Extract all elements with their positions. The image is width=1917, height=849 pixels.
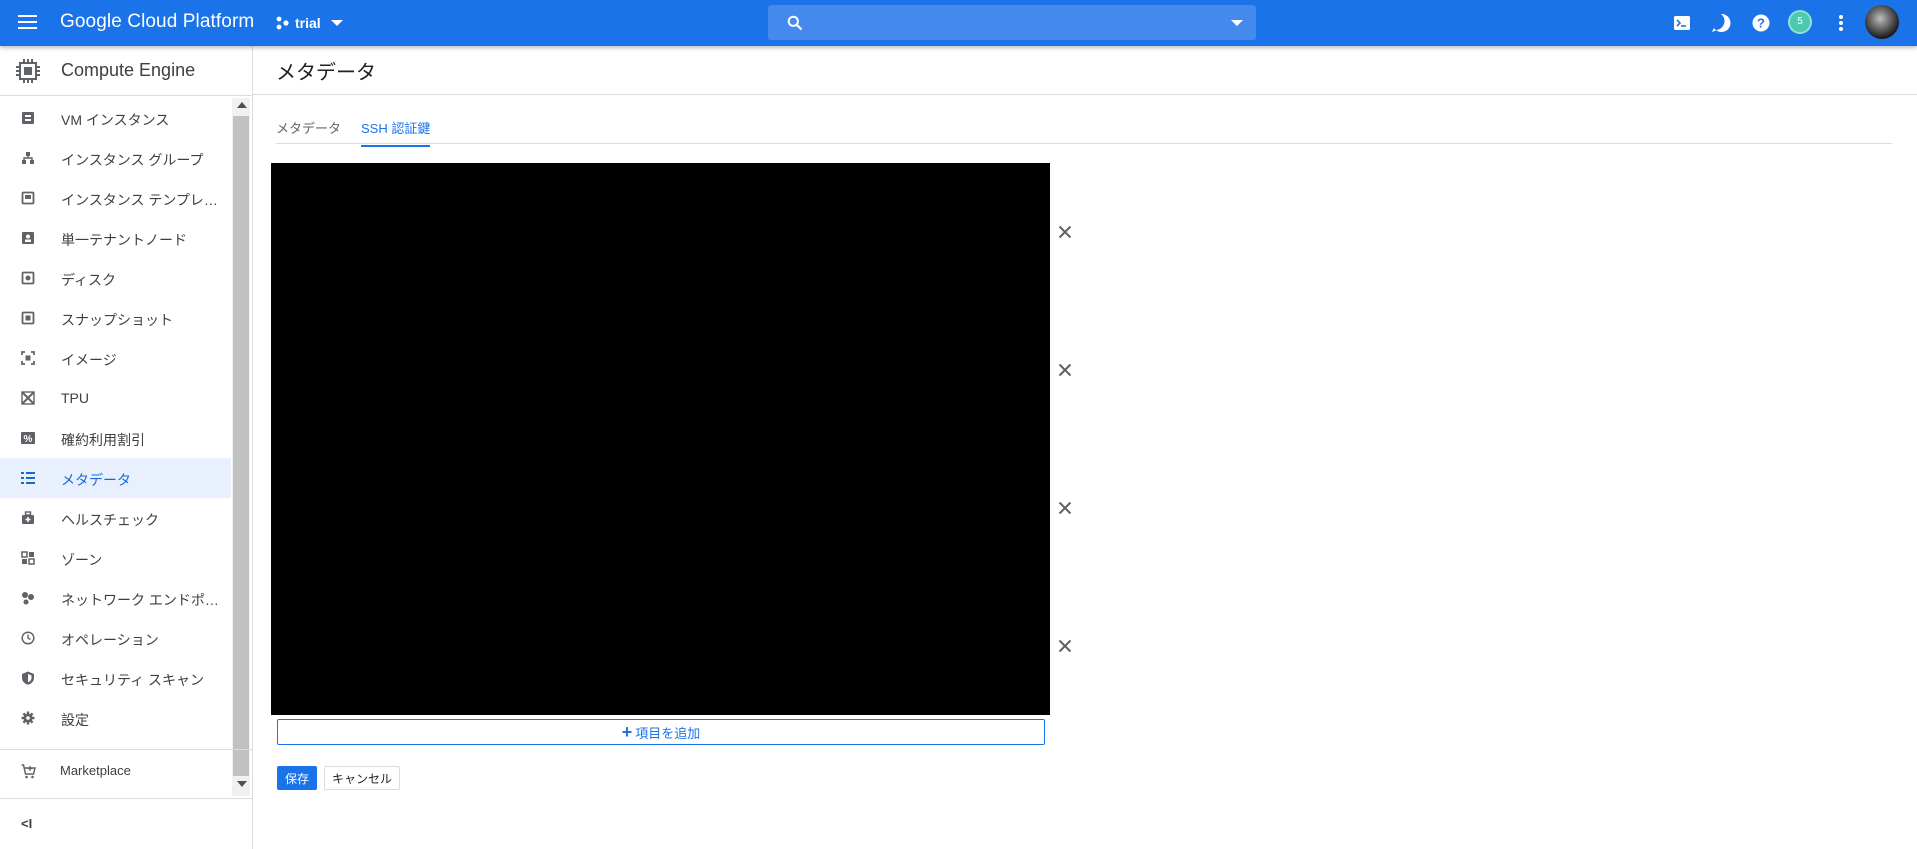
collapse-sidebar-button[interactable]: <I: [21, 816, 32, 831]
delete-key-icon[interactable]: [1057, 362, 1073, 378]
svg-text:%: %: [24, 434, 33, 445]
sidebar-item-vm-instances[interactable]: VM インスタンス: [0, 98, 231, 138]
add-item-label: 項目を追加: [635, 725, 701, 741]
plus-icon: +: [621, 722, 633, 742]
search-icon: [787, 15, 803, 31]
sidebar-item-sole-tenant[interactable]: 単一テナントノード: [0, 218, 231, 258]
search-bar[interactable]: [768, 5, 1256, 40]
cart-icon: [21, 764, 36, 779]
sidebar-divider: [0, 749, 253, 750]
delete-key-icon[interactable]: [1057, 224, 1073, 240]
marketplace-label: Marketplace: [60, 763, 131, 778]
shield-icon: [22, 671, 34, 685]
product-title: Compute Engine: [61, 60, 196, 80]
gear-icon: [21, 711, 35, 725]
metadata-icon: [21, 472, 35, 484]
svg-text:?: ?: [1757, 16, 1765, 31]
sidebar-item-settings[interactable]: 設定: [0, 698, 231, 738]
clock-icon: [21, 631, 35, 645]
health-check-icon: [22, 511, 34, 524]
sidebar: Compute Engine VM インスタンス インスタンス グループ インス…: [0, 46, 253, 849]
image-icon: [21, 351, 35, 365]
search-input[interactable]: [808, 5, 1208, 40]
sidebar-item-snapshots[interactable]: スナップショット: [0, 298, 231, 338]
sidebar-item-instance-templates[interactable]: インスタンス テンプレ…: [0, 178, 231, 218]
sidebar-item-label: TPU: [61, 390, 89, 406]
sidebar-item-label: ネットワーク エンドポ…: [61, 592, 219, 608]
sidebar-item-marketplace[interactable]: Marketplace: [0, 751, 253, 791]
sidebar-item-tpu[interactable]: TPU: [0, 378, 231, 418]
project-icon: [276, 16, 289, 30]
sidebar-item-network-endpoints[interactable]: ネットワーク エンドポ…: [0, 578, 231, 618]
more-vert-icon[interactable]: [1830, 12, 1852, 34]
delete-key-icon[interactable]: [1057, 638, 1073, 654]
sidebar-divider: [0, 798, 253, 799]
instance-groups-icon: [22, 152, 34, 164]
scroll-up-icon[interactable]: [237, 102, 247, 108]
search-dropdown-icon[interactable]: [1231, 20, 1243, 26]
redacted-ssh-key-list: [271, 163, 1050, 715]
sidebar-item-disks[interactable]: ディスク: [0, 258, 231, 298]
tab-bar: メタデータ SSH 認証鍵: [276, 117, 1892, 147]
sidebar-item-label: 確約利用割引: [61, 432, 145, 448]
top-app-bar: Google Cloud Platform trial ? 5: [0, 0, 1917, 46]
sidebar-item-label: メタデータ: [61, 472, 131, 488]
add-item-button[interactable]: + 項目を追加: [277, 719, 1045, 745]
sidebar-item-instance-groups[interactable]: インスタンス グループ: [0, 138, 231, 178]
title-divider: [253, 94, 1917, 95]
sidebar-item-label: インスタンス グループ: [61, 152, 204, 168]
brand-title[interactable]: Google Cloud Platform: [60, 11, 254, 33]
compute-engine-icon: [16, 59, 40, 83]
percent-icon: %: [21, 432, 35, 445]
zones-icon: [21, 551, 35, 565]
tab-ssh-keys[interactable]: SSH 認証鍵: [361, 118, 431, 147]
sidebar-header: Compute Engine: [0, 46, 253, 96]
notifications-icon[interactable]: [1710, 12, 1732, 34]
disk-icon: [21, 271, 35, 285]
sidebar-item-health-checks[interactable]: ヘルスチェック: [0, 498, 231, 538]
chevron-down-icon: [330, 20, 343, 26]
menu-icon[interactable]: [16, 13, 40, 33]
sidebar-item-label: ヘルスチェック: [61, 512, 159, 528]
sidebar-item-security-scan[interactable]: セキュリティ スキャン: [0, 658, 231, 698]
sidebar-item-operations[interactable]: オペレーション: [0, 618, 231, 658]
cloud-shell-icon[interactable]: [1671, 12, 1693, 34]
sidebar-scrollbar-thumb[interactable]: [233, 116, 249, 776]
page-title: メタデータ: [276, 62, 376, 84]
sidebar-item-label: オペレーション: [61, 632, 159, 648]
save-button[interactable]: 保存: [277, 766, 317, 790]
sidebar-item-label: 単一テナントノード: [61, 232, 187, 248]
sidebar-item-label: ゾーン: [61, 552, 103, 568]
project-selector[interactable]: trial: [276, 12, 343, 34]
network-endpoint-icon: [22, 592, 34, 605]
tab-metadata[interactable]: メタデータ: [276, 118, 341, 145]
sidebar-item-metadata[interactable]: メタデータ: [0, 458, 231, 498]
sidebar-item-images[interactable]: イメージ: [0, 338, 231, 378]
avatar[interactable]: [1865, 5, 1899, 39]
sidebar-item-label: セキュリティ スキャン: [61, 672, 205, 688]
sidebar-item-label: VM インスタンス: [61, 112, 170, 128]
instance-templates-icon: [21, 191, 35, 205]
snapshot-icon: [21, 311, 35, 325]
vm-instances-icon: [22, 112, 34, 124]
sidebar-item-label: イメージ: [61, 352, 117, 368]
sidebar-item-label: インスタンス テンプレ…: [61, 192, 218, 208]
project-name: trial: [295, 15, 321, 31]
sidebar-item-committed-use[interactable]: % 確約利用割引: [0, 418, 231, 458]
help-icon[interactable]: ?: [1750, 12, 1772, 34]
sidebar-item-label: 設定: [61, 712, 89, 728]
sidebar-item-label: スナップショット: [61, 312, 173, 328]
sole-tenant-icon: [22, 232, 34, 244]
delete-key-icon[interactable]: [1057, 500, 1073, 516]
tpu-icon: [21, 391, 35, 405]
sidebar-item-label: ディスク: [61, 272, 117, 288]
cancel-button[interactable]: キャンセル: [324, 766, 400, 790]
sidebar-item-zones[interactable]: ゾーン: [0, 538, 231, 578]
notification-badge[interactable]: 5: [1788, 10, 1812, 34]
